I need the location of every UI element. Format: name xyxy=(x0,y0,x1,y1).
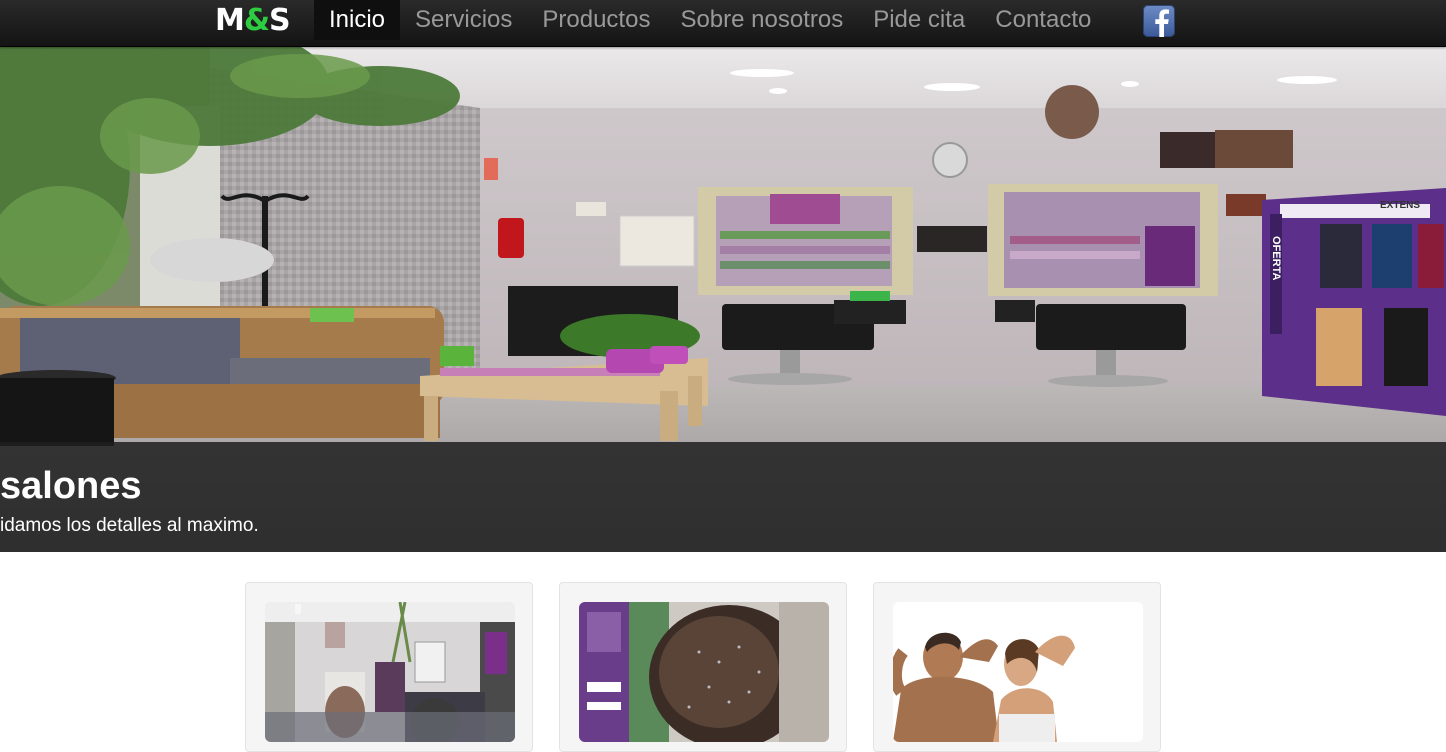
couple-photo[interactable] xyxy=(893,602,1143,742)
nav-item-sobre-nosotros[interactable]: Sobre nosotros xyxy=(665,0,858,40)
salon-interior-photo[interactable] xyxy=(265,602,515,742)
facebook-icon[interactable] xyxy=(1143,5,1175,37)
brand-ampersand: & xyxy=(243,3,270,38)
hero-subtitle: idamos los detalles al maximo. xyxy=(0,515,259,536)
thumbnail-card-salon[interactable] xyxy=(245,582,533,752)
nav-item-productos[interactable]: Productos xyxy=(527,0,665,40)
nav-item-servicios[interactable]: Servicios xyxy=(400,0,527,40)
brand-letter-m: M xyxy=(215,3,245,38)
hero-title: salones xyxy=(0,465,142,507)
offer-sign: OFERTA xyxy=(1270,236,1282,280)
main-nav: Inicio Servicios Productos Sobre nosotro… xyxy=(314,0,1106,40)
nav-item-inicio[interactable]: Inicio xyxy=(314,0,401,40)
hero-caption: salones idamos los detalles al maximo. xyxy=(0,442,1446,552)
thumbnail-card-hairstyle[interactable] xyxy=(559,582,847,752)
nav-item-pide-cita[interactable]: Pide cita xyxy=(858,0,980,40)
brand-logo[interactable]: M & S xyxy=(215,3,291,38)
brand-letter-s: S xyxy=(269,3,291,38)
hero-carousel[interactable]: OFERTA EXTENS salones idamos los detalle… xyxy=(0,46,1446,552)
thumbnail-card-body[interactable] xyxy=(873,582,1161,752)
hairstyle-photo[interactable] xyxy=(579,602,829,742)
nav-item-contacto[interactable]: Contacto xyxy=(980,0,1106,40)
extensions-banner: EXTENS xyxy=(1380,200,1420,211)
top-navbar: M & S Inicio Servicios Productos Sobre nos… xyxy=(0,0,1446,47)
